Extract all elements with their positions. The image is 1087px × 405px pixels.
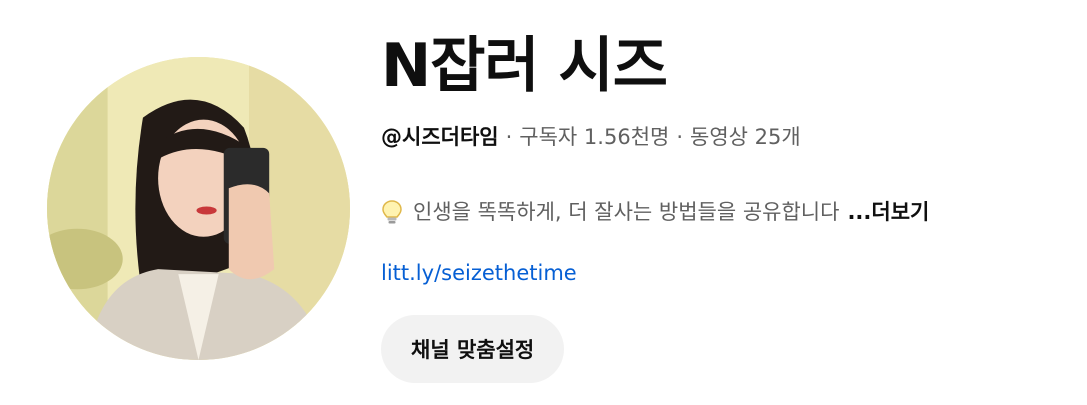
video-count: 동영상 25개 bbox=[690, 125, 801, 149]
customize-channel-button[interactable]: 채널 맞춤설정 bbox=[381, 315, 565, 383]
lightbulb-icon bbox=[381, 199, 403, 225]
channel-info: N잡러 시즈 @시즈더타임 · 구독자 1.56천명 · 동영상 25개 인생을 똑똑하… bbox=[381, 0, 1071, 405]
avatar-photo bbox=[47, 57, 350, 360]
channel-description[interactable]: 인생을 똑똑하게, 더 잘사는 방법들을 공유합니다 ...더보기 bbox=[381, 197, 929, 227]
channel-handle: @시즈더타임 bbox=[381, 125, 499, 149]
subscriber-count: 구독자 1.56천명 bbox=[519, 125, 670, 149]
description-text: 인생을 똑똑하게, 더 잘사는 방법들을 공유합니다 bbox=[413, 200, 840, 224]
channel-link[interactable]: litt.ly/seizethetime bbox=[381, 258, 577, 288]
channel-avatar[interactable] bbox=[47, 57, 350, 360]
channel-meta: @시즈더타임 · 구독자 1.56천명 · 동영상 25개 bbox=[381, 122, 801, 152]
separator-dot: · bbox=[676, 125, 684, 149]
channel-name: N잡러 시즈 bbox=[381, 31, 668, 101]
separator-dot: · bbox=[505, 125, 513, 149]
more-link[interactable]: ...더보기 bbox=[847, 197, 929, 227]
